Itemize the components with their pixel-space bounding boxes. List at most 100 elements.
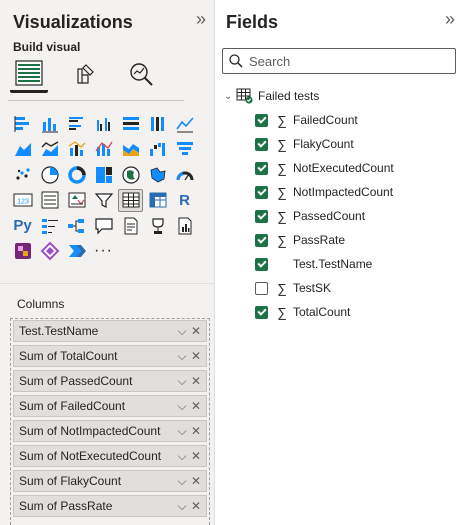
analytics-tab[interactable] bbox=[122, 55, 160, 93]
card-icon: 123 bbox=[13, 193, 32, 207]
field-checkbox[interactable] bbox=[255, 209, 268, 223]
clustered-column-button[interactable] bbox=[91, 112, 116, 135]
remove-field-icon[interactable]: ✕ bbox=[189, 374, 203, 388]
remove-field-icon[interactable]: ✕ bbox=[189, 324, 203, 338]
field-item[interactable]: ∑ TotalCount bbox=[255, 300, 394, 324]
r-visual-button[interactable]: R bbox=[172, 189, 197, 212]
chevron-down-icon[interactable]: ⌵ bbox=[175, 474, 189, 489]
column-well-item-label: Sum of FlakyCount bbox=[19, 474, 122, 488]
100-stacked-column-button[interactable] bbox=[145, 112, 170, 135]
chevron-down-icon[interactable]: ⌵ bbox=[175, 324, 189, 339]
donut-chart-button[interactable] bbox=[64, 163, 89, 186]
remove-field-icon[interactable]: ✕ bbox=[189, 424, 203, 438]
100-stacked-bar-button[interactable] bbox=[118, 112, 143, 135]
line-stacked-column-button[interactable] bbox=[91, 138, 116, 161]
qa-button[interactable] bbox=[91, 214, 116, 237]
field-checkbox[interactable] bbox=[255, 257, 268, 271]
chevron-down-icon[interactable]: ⌵ bbox=[175, 349, 189, 364]
columns-well[interactable]: Test.TestName ⌵ ✕ Sum of TotalCount ⌵ ✕ Sum of… bbox=[10, 318, 210, 525]
column-well-item[interactable]: Sum of FailedCount ⌵ ✕ bbox=[13, 395, 207, 417]
chevron-down-icon[interactable]: ⌵ bbox=[175, 499, 189, 514]
field-item[interactable]: ∑ NotImpactedCount bbox=[255, 180, 394, 204]
matrix-button[interactable] bbox=[145, 189, 170, 212]
field-item[interactable]: ∑ TestSK bbox=[255, 276, 394, 300]
field-item[interactable]: ∑ PassRate bbox=[255, 228, 394, 252]
field-checkbox[interactable] bbox=[255, 281, 268, 295]
stacked-bar-icon bbox=[14, 115, 29, 132]
gauge-button[interactable] bbox=[172, 163, 197, 186]
column-well-item[interactable]: Sum of TotalCount ⌵ ✕ bbox=[13, 345, 207, 367]
chevron-down-icon[interactable]: ⌵ bbox=[175, 449, 189, 464]
key-influencers-button[interactable] bbox=[37, 214, 62, 237]
card-button[interactable]: 123 bbox=[10, 189, 35, 212]
fields-search[interactable] bbox=[222, 48, 456, 74]
field-item[interactable]: ∑ PassedCount bbox=[255, 204, 394, 228]
remove-field-icon[interactable]: ✕ bbox=[189, 349, 203, 363]
field-checkbox[interactable] bbox=[255, 113, 268, 127]
column-well-item[interactable]: Sum of NotImpactedCount ⌵ ✕ bbox=[13, 420, 207, 442]
remove-field-icon[interactable]: ✕ bbox=[189, 474, 203, 488]
line-clustered-column-button[interactable] bbox=[64, 138, 89, 161]
waterfall-icon bbox=[149, 143, 165, 156]
column-well-item[interactable]: Test.TestName ⌵ ✕ bbox=[13, 320, 207, 342]
line-chart-button[interactable] bbox=[172, 112, 197, 135]
stacked-area-button[interactable] bbox=[37, 138, 62, 161]
funnel-button[interactable] bbox=[172, 138, 197, 161]
slicer-button[interactable] bbox=[91, 189, 116, 212]
stacked-bar-button[interactable] bbox=[10, 112, 35, 135]
pie-chart-button[interactable] bbox=[37, 163, 62, 186]
field-item[interactable]: ∑Test.TestName bbox=[255, 252, 394, 276]
filled-map-button[interactable] bbox=[145, 163, 170, 186]
remove-field-icon[interactable]: ✕ bbox=[189, 399, 203, 413]
funnel-icon bbox=[176, 142, 193, 155]
multi-row-card-button[interactable] bbox=[37, 189, 62, 212]
waterfall-button[interactable] bbox=[145, 138, 170, 161]
chevron-down-icon[interactable]: ⌵ bbox=[175, 399, 189, 414]
remove-field-icon[interactable]: ✕ bbox=[189, 499, 203, 513]
field-item[interactable]: ∑ FailedCount bbox=[255, 108, 394, 132]
field-checkbox[interactable] bbox=[255, 185, 268, 199]
field-checkbox[interactable] bbox=[255, 305, 268, 319]
collapse-fields-button[interactable]: » bbox=[441, 10, 459, 28]
field-checkbox[interactable] bbox=[255, 137, 268, 151]
more-visuals-button[interactable]: ··· bbox=[91, 240, 116, 263]
scatter-button[interactable] bbox=[10, 163, 35, 186]
clustered-bar-button[interactable] bbox=[64, 112, 89, 135]
column-well-item[interactable]: Sum of PassRate ⌵ ✕ bbox=[13, 495, 207, 517]
build-visual-tab[interactable] bbox=[10, 55, 48, 93]
stacked-column-button[interactable] bbox=[37, 112, 62, 135]
field-label: PassRate bbox=[293, 233, 346, 247]
kpi-button[interactable] bbox=[64, 189, 89, 212]
decomposition-tree-button[interactable] bbox=[64, 214, 89, 237]
remove-field-icon[interactable]: ✕ bbox=[189, 449, 203, 463]
column-well-item-label: Sum of PassedCount bbox=[19, 374, 133, 388]
ribbon-chart-button[interactable] bbox=[118, 138, 143, 161]
treemap-button[interactable] bbox=[91, 163, 116, 186]
field-checkbox[interactable] bbox=[255, 233, 268, 247]
metrics-button[interactable] bbox=[145, 214, 170, 237]
field-item[interactable]: ∑ NotExecutedCount bbox=[255, 156, 394, 180]
search-input[interactable] bbox=[249, 53, 449, 69]
table-button[interactable] bbox=[118, 188, 143, 212]
map-button[interactable] bbox=[118, 163, 143, 186]
column-well-item[interactable]: Sum of PassedCount ⌵ ✕ bbox=[13, 370, 207, 392]
arrow-button[interactable] bbox=[64, 240, 89, 263]
qa-icon bbox=[94, 217, 113, 234]
paginated-report-button[interactable] bbox=[172, 214, 197, 237]
area-chart-button[interactable] bbox=[10, 138, 35, 161]
table-node-failed-tests[interactable]: ⌄ Failed tests bbox=[224, 86, 319, 106]
chevron-down-icon[interactable]: ⌵ bbox=[175, 374, 189, 389]
chevron-down-icon[interactable]: ⌵ bbox=[175, 424, 189, 439]
filled-map-icon bbox=[150, 167, 165, 182]
column-well-item[interactable]: Sum of NotExecutedCount ⌵ ✕ bbox=[13, 445, 207, 467]
smart-narrative-button[interactable] bbox=[118, 214, 143, 237]
python-visual-button[interactable]: Py bbox=[10, 214, 35, 237]
power-automate-button[interactable] bbox=[37, 240, 62, 263]
format-visual-tab[interactable] bbox=[66, 55, 104, 93]
field-checkbox[interactable] bbox=[255, 161, 268, 175]
clustered-bar-icon bbox=[68, 116, 83, 130]
column-well-item[interactable]: Sum of FlakyCount ⌵ ✕ bbox=[13, 470, 207, 492]
collapse-visualizations-button[interactable]: » bbox=[192, 10, 210, 28]
power-apps-button[interactable] bbox=[10, 240, 35, 263]
field-item[interactable]: ∑ FlakyCount bbox=[255, 132, 394, 156]
